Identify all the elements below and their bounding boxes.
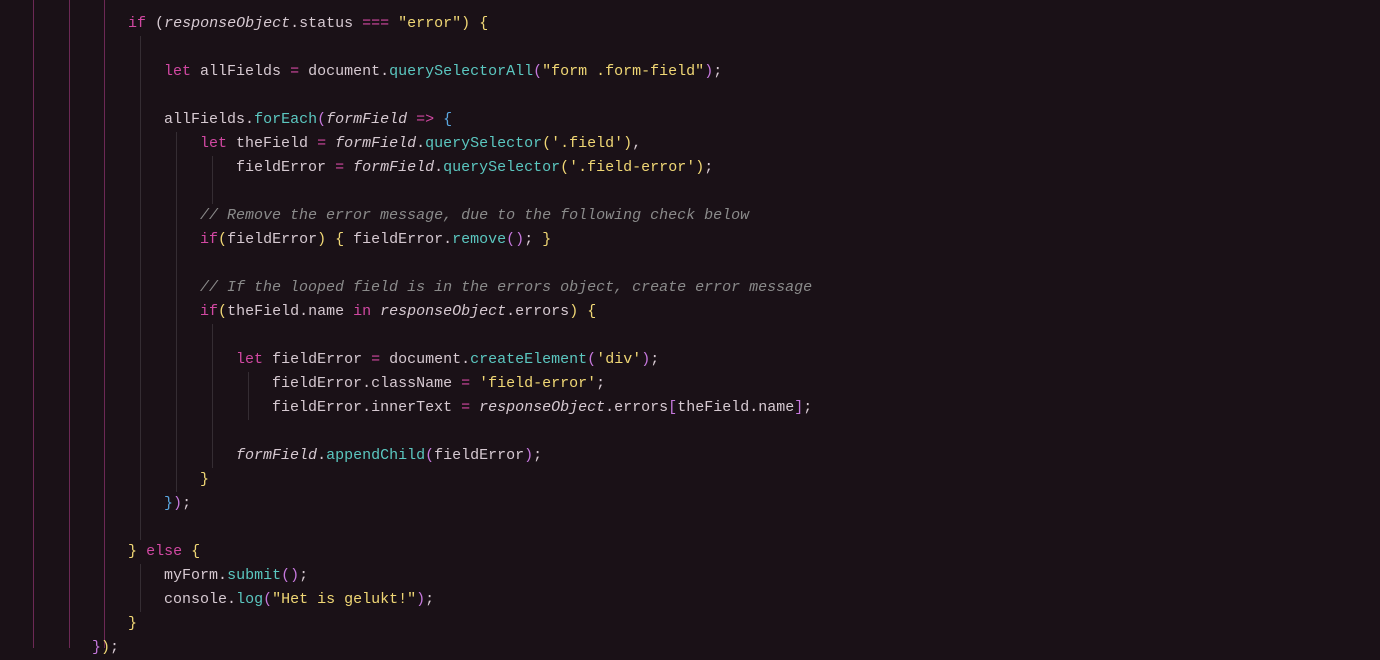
code-line[interactable]: } (20, 468, 1380, 492)
code-line[interactable] (20, 84, 1380, 108)
code-line[interactable]: fieldError.innerText = responseObject.er… (20, 396, 1380, 420)
code-line[interactable] (20, 180, 1380, 204)
code-editor[interactable]: if (responseObject.status === "error") {… (0, 0, 1380, 648)
code-line[interactable]: if(fieldError) { fieldError.remove(); } (20, 228, 1380, 252)
code-line[interactable]: let fieldError = document.createElement(… (20, 348, 1380, 372)
code-line[interactable]: console.log("Het is gelukt!"); (20, 588, 1380, 612)
code-line[interactable]: fieldError = formField.querySelector('.f… (20, 156, 1380, 180)
code-line[interactable]: } (20, 612, 1380, 636)
code-line[interactable]: // If the looped field is in the errors … (20, 276, 1380, 300)
code-line[interactable] (20, 516, 1380, 540)
code-line[interactable]: }); (20, 492, 1380, 516)
code-line[interactable]: }); (20, 636, 1380, 660)
code-line[interactable]: allFields.forEach(formField => { (20, 108, 1380, 132)
code-area[interactable]: if (responseObject.status === "error") {… (20, 0, 1380, 648)
gutter (0, 0, 20, 648)
code-line[interactable] (20, 420, 1380, 444)
code-line[interactable]: if (responseObject.status === "error") { (20, 12, 1380, 36)
code-line[interactable] (20, 36, 1380, 60)
code-line[interactable] (20, 252, 1380, 276)
code-line[interactable]: // Remove the error message, due to the … (20, 204, 1380, 228)
code-line[interactable]: let theField = formField.querySelector('… (20, 132, 1380, 156)
code-line[interactable]: if(theField.name in responseObject.error… (20, 300, 1380, 324)
code-line[interactable] (20, 324, 1380, 348)
code-line[interactable]: myForm.submit(); (20, 564, 1380, 588)
code-line[interactable]: } else { (20, 540, 1380, 564)
code-line[interactable]: fieldError.className = 'field-error'; (20, 372, 1380, 396)
code-line[interactable]: formField.appendChild(fieldError); (20, 444, 1380, 468)
code-line[interactable]: let allFields = document.querySelectorAl… (20, 60, 1380, 84)
